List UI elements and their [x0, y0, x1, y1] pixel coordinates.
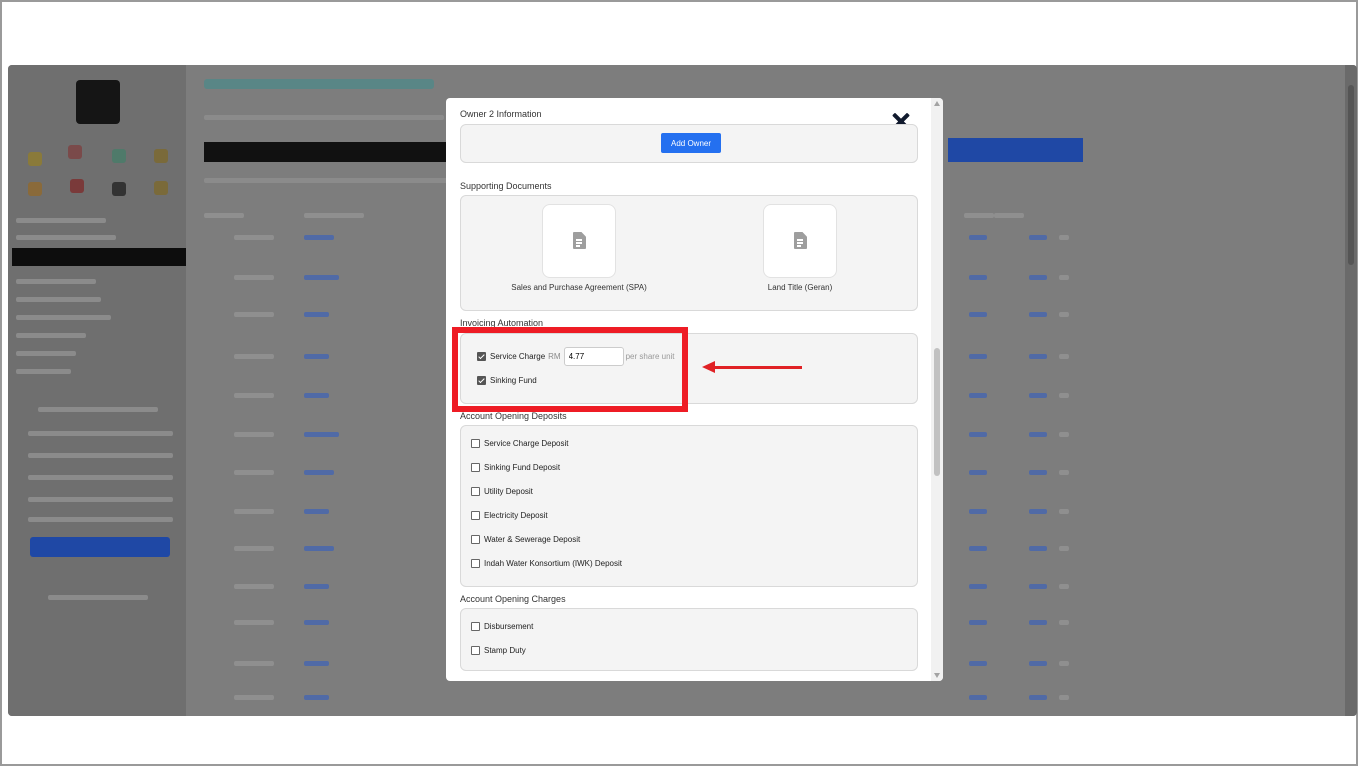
background-text	[28, 453, 173, 458]
deposit-item-label: Service Charge Deposit	[484, 439, 569, 448]
deposit-item[interactable]: Electricity Deposit	[471, 511, 548, 520]
background-text	[16, 369, 71, 374]
highlight-box	[452, 327, 688, 412]
charge-item[interactable]: Disbursement	[471, 622, 533, 631]
deposit-item[interactable]: Water & Sewerage Deposit	[471, 535, 580, 544]
background-tabs	[204, 115, 444, 120]
checkbox[interactable]	[471, 439, 480, 448]
background-page-title	[204, 79, 434, 89]
background-logo	[76, 80, 120, 124]
land-title-document-card[interactable]	[763, 204, 837, 278]
background-text	[28, 431, 173, 436]
charges-panel: Disbursement Stamp Duty	[460, 608, 918, 671]
spa-document-card[interactable]	[542, 204, 616, 278]
add-owner-button[interactable]: Add Owner	[661, 133, 721, 153]
scroll-up-arrow-icon[interactable]	[934, 101, 940, 106]
background-app-icon	[154, 181, 168, 195]
supporting-documents-panel: Sales and Purchase Agreement (SPA) Land …	[460, 195, 918, 311]
background-text	[16, 235, 116, 240]
document-icon	[794, 232, 807, 249]
background-text	[38, 407, 158, 412]
background-text	[28, 475, 173, 480]
charge-item-label: Disbursement	[484, 622, 534, 631]
deposit-item-label: Electricity Deposit	[484, 511, 548, 520]
checkbox[interactable]	[471, 511, 480, 520]
background-text	[16, 333, 86, 338]
background-sidebar	[8, 65, 186, 716]
owner2-panel: Add Owner	[460, 124, 918, 163]
background-text	[16, 297, 101, 302]
deposit-item[interactable]: Indah Water Konsortium (IWK) Deposit	[471, 559, 622, 568]
background-toolbar	[204, 142, 464, 162]
scrollbar-thumb[interactable]	[934, 348, 940, 476]
annotation-arrow-icon	[702, 361, 802, 375]
checkbox[interactable]	[471, 646, 480, 655]
background-text	[48, 595, 148, 600]
land-title-document-label: Land Title (Geran)	[767, 283, 833, 292]
checkbox[interactable]	[471, 622, 480, 631]
background-text	[28, 497, 173, 502]
background-app-icon	[112, 149, 126, 163]
background-text	[16, 279, 96, 284]
deposit-item[interactable]: Sinking Fund Deposit	[471, 463, 560, 472]
checkbox[interactable]	[471, 487, 480, 496]
background-scrollbar	[1345, 65, 1357, 716]
background-app-icon	[112, 182, 126, 196]
background-text	[16, 351, 76, 356]
scroll-down-arrow-icon[interactable]	[934, 673, 940, 678]
deposits-section-label: Account Opening Deposits	[460, 411, 567, 421]
deposits-panel: Service Charge Deposit Sinking Fund Depo…	[460, 425, 918, 587]
background-table-row	[204, 695, 1354, 701]
background-text	[16, 315, 111, 320]
background-app-icon	[28, 152, 42, 166]
modal-scrollbar[interactable]	[931, 98, 943, 681]
background-text	[28, 517, 173, 522]
background-button	[30, 537, 170, 557]
checkbox[interactable]	[471, 559, 480, 568]
screenshot-frame: Owner 2 Information Add Owner Supporting…	[0, 0, 1358, 766]
background-action-button	[948, 138, 1083, 162]
background-app-icon	[70, 179, 84, 193]
deposit-item[interactable]: Service Charge Deposit	[471, 439, 568, 448]
background-app-icon	[154, 149, 168, 163]
deposit-item-label: Utility Deposit	[484, 487, 533, 496]
deposit-item-label: Sinking Fund Deposit	[484, 463, 561, 472]
deposit-item[interactable]: Utility Deposit	[471, 487, 533, 496]
charge-item[interactable]: Stamp Duty	[471, 646, 526, 655]
background-app-icon	[28, 182, 42, 196]
checkbox[interactable]	[471, 535, 480, 544]
spa-document-label: Sales and Purchase Agreement (SPA)	[511, 283, 647, 292]
checkbox[interactable]	[471, 463, 480, 472]
deposit-item-label: Indah Water Konsortium (IWK) Deposit	[484, 559, 622, 568]
charges-section-label: Account Opening Charges	[460, 594, 566, 604]
background-search	[204, 178, 454, 183]
charge-item-label: Stamp Duty	[484, 646, 526, 655]
background-app-icon	[68, 145, 82, 159]
deposit-item-label: Water & Sewerage Deposit	[484, 535, 581, 544]
owner2-section-label: Owner 2 Information	[460, 109, 542, 119]
background-text	[16, 218, 106, 223]
supporting-documents-label: Supporting Documents	[460, 181, 552, 191]
background-active-nav	[12, 248, 186, 266]
document-icon	[573, 232, 586, 249]
